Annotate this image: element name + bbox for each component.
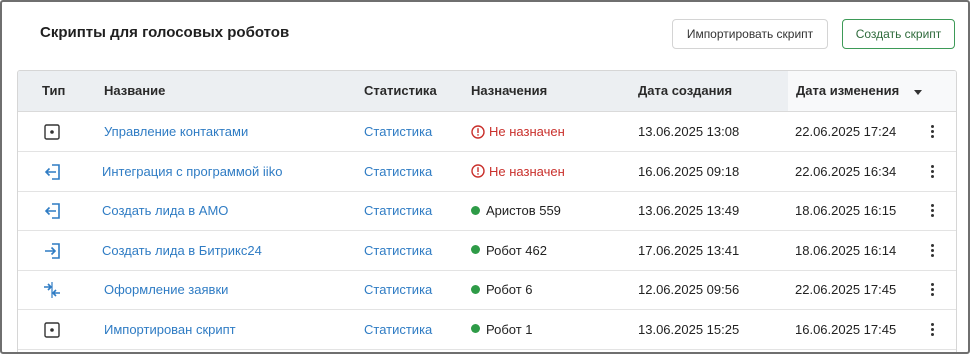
import-arrow-icon (42, 201, 62, 221)
table-row[interactable]: Создать лида в Битрикс24 Статистика Робот … (18, 231, 956, 271)
export-arrow-icon (42, 241, 62, 261)
statistics-link[interactable]: Статистика (364, 310, 432, 349)
statistics-link[interactable]: Статистика (364, 112, 432, 151)
created-date: 12.06.2025 09:56 (638, 282, 740, 297)
column-header-name[interactable]: Название (104, 71, 165, 111)
row-menu-icon[interactable] (924, 321, 940, 339)
statistics-link[interactable]: Статистика (364, 152, 432, 191)
statistics-link[interactable]: Статистика (364, 231, 432, 270)
script-name-link[interactable]: Создать лида в Битрикс24 (102, 231, 262, 270)
table-header: Тип Название Статистика Назначения Дата … (18, 71, 956, 112)
created-date: 13.06.2025 13:49 (638, 203, 740, 218)
assignment-label: Аристов 559 (486, 203, 561, 218)
table-row[interactable]: Интеграция с программой iiko Статистика Не… (18, 152, 956, 192)
assignment-label: Не назначен (489, 163, 565, 179)
script-name-link[interactable]: Оформление заявки (104, 270, 228, 309)
modified-date: 18.06.2025 16:14 (795, 242, 897, 258)
row-menu-icon[interactable] (924, 123, 940, 141)
row-menu-icon[interactable] (924, 163, 940, 181)
scripts-panel: Скрипты для голосовых роботов Импортиров… (0, 0, 970, 354)
assignment-status: Аристов 559 (471, 191, 561, 230)
script-name-link[interactable]: Импортирован скрипт (104, 310, 236, 349)
column-header-stats[interactable]: Статистика (364, 71, 437, 111)
create-script-button[interactable]: Создать скрипт (842, 19, 955, 49)
column-header-created[interactable]: Дата создания (638, 71, 732, 111)
modified-date: 16.06.2025 17:45 (795, 321, 897, 337)
table-row[interactable]: Создать лида в АМО Статистика Аристов 559 1… (18, 191, 956, 231)
table-row[interactable]: Импортирован скрипт Статистика Робот 1 13.0… (18, 310, 956, 350)
row-menu-icon[interactable] (924, 242, 940, 260)
script-name-link[interactable]: Управление контактами (104, 112, 248, 151)
created-date: 13.06.2025 15:25 (638, 321, 740, 337)
status-dot-icon (471, 324, 480, 334)
script-name-link[interactable]: Создать лида в АМО (102, 191, 228, 230)
assignment-label: Не назначен (489, 124, 565, 139)
script-icon (42, 122, 62, 142)
assignment-status: Робот 1 (471, 310, 533, 349)
modified-date: 22.06.2025 17:45 (795, 282, 897, 297)
assignment-status: Не назначен (471, 152, 565, 191)
column-header-assignments[interactable]: Назначения (471, 71, 547, 111)
script-icon (42, 320, 62, 340)
status-dot-icon (471, 205, 480, 215)
modified-date: 22.06.2025 16:34 (795, 163, 897, 179)
modified-date: 18.06.2025 16:15 (795, 203, 897, 218)
assignment-label: Робот 1 (486, 321, 533, 337)
warning-icon (471, 164, 485, 178)
column-header-type[interactable]: Тип (42, 71, 65, 111)
assignment-status: Робот 462 (471, 231, 547, 270)
modified-date: 22.06.2025 17:24 (795, 124, 897, 139)
assignment-status: Не назначен (471, 112, 565, 151)
created-date: 13.06.2025 13:08 (638, 124, 740, 139)
statistics-link[interactable]: Статистика (364, 270, 432, 309)
status-dot-icon (471, 245, 480, 255)
table-row[interactable]: Управление контактами Статистика Не назнач… (18, 112, 956, 152)
page-title: Скрипты для голосовых роботов (40, 24, 290, 41)
import-script-button[interactable]: Импортировать скрипт (672, 19, 828, 49)
assignment-label: Робот 6 (486, 282, 533, 297)
created-date: 16.06.2025 09:18 (638, 163, 740, 179)
warning-icon (471, 124, 485, 139)
exchange-arrows-icon (42, 280, 62, 300)
scripts-table: Тип Название Статистика Назначения Дата … (17, 70, 957, 352)
column-header-modified[interactable]: Дата изменения (796, 71, 899, 111)
sort-desc-icon[interactable] (914, 90, 922, 95)
row-menu-icon[interactable] (924, 281, 940, 299)
statistics-link[interactable]: Статистика (364, 191, 432, 230)
status-dot-icon (471, 284, 480, 294)
table-row[interactable]: Оформление заявки Статистика Робот 6 12.06.… (18, 270, 956, 310)
created-date: 17.06.2025 13:41 (638, 242, 740, 258)
assignment-label: Робот 462 (486, 242, 547, 258)
import-arrow-icon (42, 162, 62, 182)
assignment-status: Робот 6 (471, 270, 533, 309)
script-name-link[interactable]: Интеграция с программой iiko (102, 152, 282, 191)
row-menu-icon[interactable] (924, 202, 940, 220)
